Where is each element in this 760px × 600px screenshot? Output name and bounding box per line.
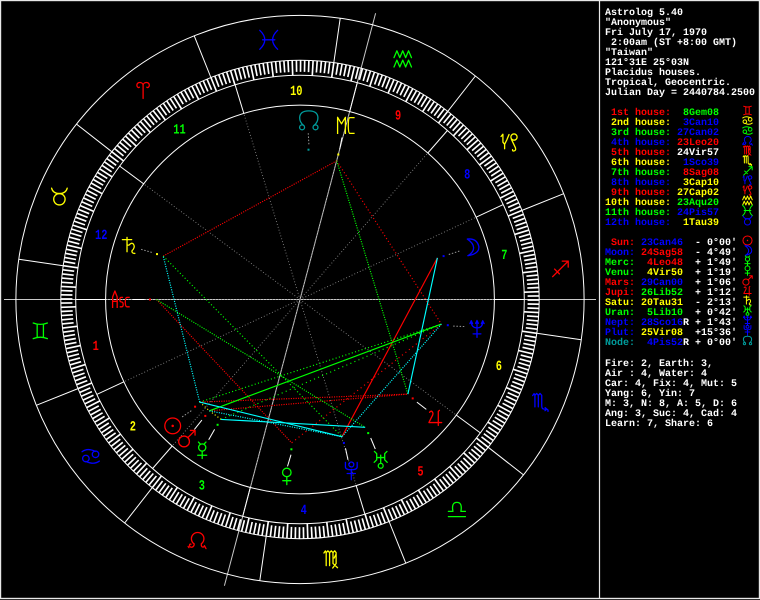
svg-text:5: 5: [417, 465, 423, 481]
svg-text:6: 6: [496, 359, 502, 375]
svg-text:12: 12: [95, 228, 107, 244]
svg-text:3: 3: [199, 478, 205, 494]
svg-text:R: R: [683, 318, 689, 329]
svg-text:Julian Day = 2440784.2500: Julian Day = 2440784.2500: [605, 87, 755, 99]
svg-text:10: 10: [290, 84, 302, 100]
svg-text:1: 1: [93, 339, 99, 355]
svg-text:Node:: Node:: [605, 337, 635, 349]
svg-text:+ 0°00': + 0°00': [695, 337, 737, 349]
svg-text:8: 8: [464, 168, 470, 184]
svg-text:4Pis52: 4Pis52: [641, 337, 683, 349]
svg-text:2: 2: [130, 419, 136, 435]
svg-text:R: R: [683, 338, 689, 349]
svg-text:11: 11: [173, 122, 185, 138]
svg-text:7: 7: [501, 248, 507, 264]
svg-text:Learn: 7, Share: 6: Learn: 7, Share: 6: [605, 418, 713, 430]
svg-text:4: 4: [301, 503, 307, 519]
svg-text:9: 9: [395, 109, 401, 125]
svg-text:12th house:: 12th house:: [605, 217, 671, 229]
svg-text:1Tau39: 1Tau39: [683, 218, 719, 229]
